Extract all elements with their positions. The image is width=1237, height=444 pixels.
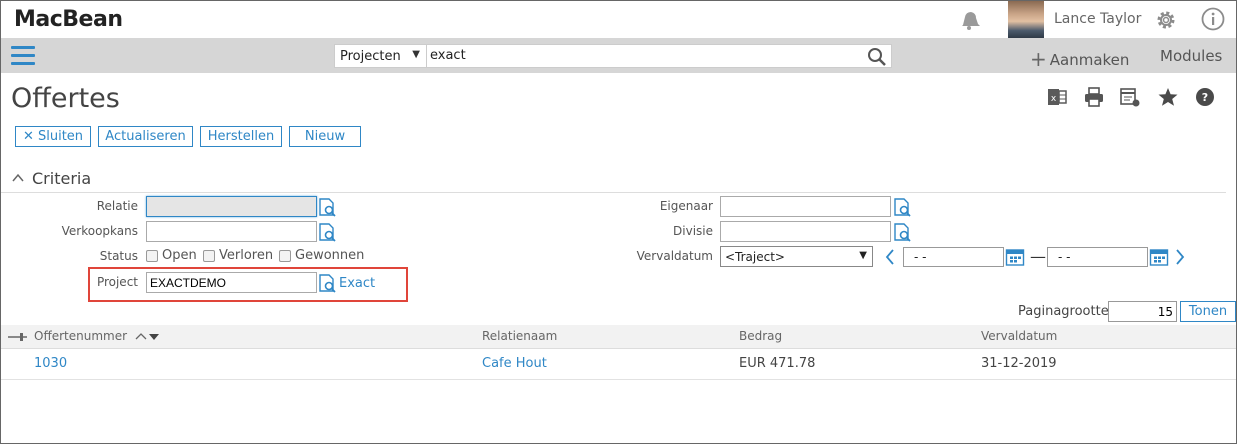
verkoopkans-label: Verkoopkans (61, 224, 138, 238)
excel-icon[interactable]: x (1046, 86, 1068, 108)
top-header: MacBean Lance Taylor (1, 1, 1236, 38)
criteria-title: Criteria (32, 169, 92, 188)
date-from-field[interactable]: - - (903, 247, 1004, 267)
create-label: Aanmaken (1049, 51, 1130, 69)
avatar[interactable] (1008, 1, 1044, 38)
status-open-label: Open (162, 248, 197, 263)
lookup-icon[interactable] (893, 222, 912, 243)
relatie-field[interactable] (146, 196, 317, 217)
chevron-left-icon[interactable] (884, 247, 896, 267)
criteria-toggle[interactable]: Criteria (12, 169, 91, 188)
relatienaam-cell[interactable]: Cafe Hout (482, 356, 547, 371)
gear-icon[interactable] (1154, 8, 1178, 32)
user-name[interactable]: Lance Taylor (1054, 11, 1141, 27)
vervaldatum-label: Vervaldatum (636, 249, 713, 263)
new-button[interactable]: Nieuw (289, 126, 361, 147)
svg-text:x: x (1051, 94, 1057, 104)
page-size-label: Paginagrootte (1018, 304, 1109, 319)
calendar-icon[interactable] (1149, 247, 1169, 267)
close-button[interactable]: ✕ Sluiten (15, 126, 91, 147)
lookup-icon[interactable] (318, 222, 337, 243)
criteria-divider (1, 192, 1226, 193)
status-gewonnen-checkbox[interactable] (279, 250, 291, 262)
lookup-icon[interactable] (318, 197, 337, 218)
offertenummer-cell[interactable]: 1030 (34, 356, 67, 371)
bell-icon[interactable] (957, 8, 981, 32)
calendar-icon[interactable] (1005, 247, 1025, 267)
reset-button[interactable]: Herstellen (200, 126, 282, 147)
status-gewonnen-label: Gewonnen (295, 248, 365, 263)
column-header-offertenummer[interactable]: Offertenummer (34, 329, 161, 343)
status-open-checkbox[interactable] (146, 250, 158, 262)
modules-button[interactable]: Modules (1160, 47, 1222, 65)
menu-icon[interactable] (11, 46, 35, 66)
pin-icon[interactable] (8, 332, 28, 342)
svg-text:?: ? (1202, 91, 1208, 104)
create-button[interactable]: + Aanmaken (1030, 46, 1130, 71)
status-verloren-checkbox[interactable] (203, 250, 215, 262)
close-label: Sluiten (37, 129, 84, 144)
eigenaar-field[interactable] (720, 196, 891, 217)
status-verloren-label: Verloren (219, 248, 274, 263)
dropdown-arrow-icon: ▼ (412, 49, 420, 60)
divisie-label: Divisie (673, 224, 713, 238)
plus-icon: + (1030, 47, 1047, 71)
vervaldatum-select[interactable]: <Traject> ▼ (720, 246, 873, 267)
vervaldatum-select-value: <Traject> (725, 250, 785, 264)
column-header-relatienaam[interactable]: Relatienaam (482, 329, 557, 343)
info-icon[interactable] (1201, 7, 1225, 31)
print-icon[interactable] (1083, 86, 1105, 108)
divisie-field[interactable] (720, 221, 891, 242)
nav-bar: Projecten ▼ exact + Aanmaken Modules (1, 38, 1236, 73)
search-scope-value: Projecten (340, 49, 401, 64)
export-icon[interactable] (1119, 86, 1141, 108)
table-row[interactable]: 1030 Cafe Hout EUR 471.78 31-12-2019 (1, 350, 1236, 380)
lookup-icon[interactable] (893, 197, 912, 218)
page-size-input[interactable]: 15 (1108, 301, 1177, 322)
chevron-right-icon[interactable] (1174, 247, 1186, 267)
dropdown-arrow-icon: ▼ (859, 250, 867, 261)
status-label: Status (99, 249, 138, 263)
search-icon[interactable] (867, 47, 887, 67)
sort-icon[interactable] (135, 331, 161, 341)
page-title: Offertes (11, 83, 120, 114)
app-window: MacBean Lance Taylor Projecten ▼ exact +… (0, 0, 1237, 444)
column-header-vervaldatum[interactable]: Vervaldatum (981, 329, 1057, 343)
star-icon[interactable] (1157, 86, 1179, 108)
relatie-label: Relatie (96, 199, 138, 213)
eigenaar-label: Eigenaar (659, 199, 713, 213)
show-button[interactable]: Tonen (1180, 301, 1236, 322)
refresh-button[interactable]: Actualiseren (98, 126, 193, 147)
help-icon[interactable]: ? (1194, 86, 1216, 108)
bedrag-cell: EUR 471.78 (739, 356, 816, 371)
search-scope-select[interactable]: Projecten ▼ (334, 44, 427, 68)
column-label: Offertenummer (34, 329, 128, 343)
close-icon: ✕ (22, 129, 34, 144)
verkoopkans-field[interactable] (146, 221, 317, 242)
table-header: Offertenummer Relatienaam Bedrag Vervald… (1, 325, 1236, 349)
column-header-bedrag[interactable]: Bedrag (739, 329, 782, 343)
search-input[interactable]: exact (427, 44, 892, 68)
app-logo[interactable]: MacBean (14, 7, 123, 32)
highlight-box (88, 267, 408, 302)
date-to-field[interactable]: - - (1047, 247, 1148, 267)
date-range-separator: — (1030, 247, 1046, 266)
vervaldatum-cell: 31-12-2019 (981, 356, 1057, 371)
chevron-up-icon (12, 173, 24, 182)
